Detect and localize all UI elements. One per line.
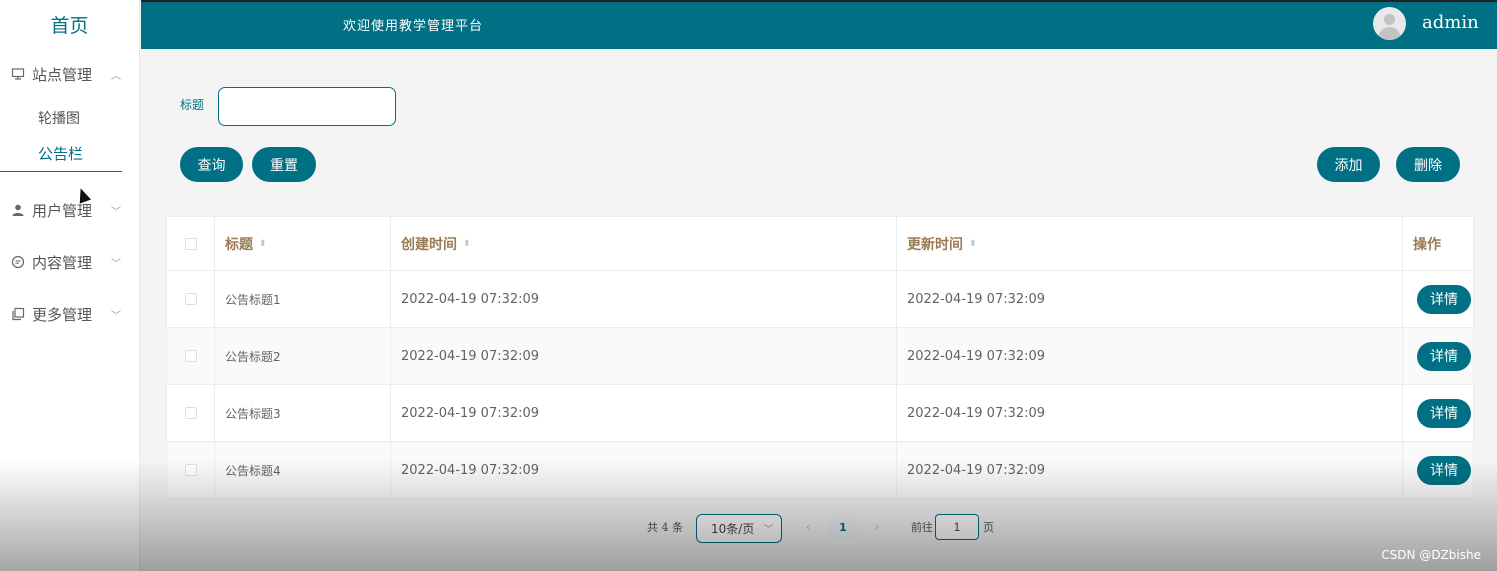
cell-updated: 2022-04-19 07:32:09 bbox=[897, 385, 1403, 441]
reset-button[interactable]: 重置 bbox=[252, 147, 316, 182]
chat-icon bbox=[10, 254, 26, 270]
cell-title: 公告标题2 bbox=[215, 328, 391, 384]
row-checkbox[interactable] bbox=[184, 350, 197, 362]
menu-group-content: 内容管理 ﹀ bbox=[0, 236, 139, 288]
next-page-button[interactable]: › bbox=[866, 514, 888, 540]
chevron-left-icon: ‹ bbox=[805, 520, 811, 534]
search-label: 标题 bbox=[180, 98, 205, 112]
detail-button[interactable]: 详情 bbox=[1417, 398, 1471, 428]
add-button[interactable]: 添加 bbox=[1317, 147, 1380, 182]
top-bar: 欢迎使用教学管理平台 admin bbox=[141, 0, 1497, 49]
cell-created: 2022-04-19 07:32:09 bbox=[391, 328, 897, 384]
chevron-up-icon: ︿ bbox=[111, 70, 121, 82]
table-row: 公告标题2 2022-04-19 07:32:09 2022-04-19 07:… bbox=[167, 328, 1473, 385]
row-checkbox-cell bbox=[167, 271, 215, 327]
cell-actions: 详情 bbox=[1403, 385, 1473, 441]
query-button[interactable]: 查询 bbox=[180, 147, 243, 182]
menu-group-more: 更多管理 ﹀ bbox=[0, 288, 139, 340]
cell-title: 公告标题4 bbox=[215, 442, 391, 498]
watermark: CSDN @DZbishe bbox=[1381, 548, 1481, 562]
row-checkbox[interactable] bbox=[184, 464, 197, 476]
menu-more-management-label: 更多管理 bbox=[32, 305, 93, 324]
detail-button[interactable]: 详情 bbox=[1417, 455, 1471, 485]
user-name[interactable]: admin bbox=[1422, 12, 1479, 33]
row-checkbox[interactable] bbox=[184, 407, 197, 419]
detail-button[interactable]: 详情 bbox=[1417, 284, 1471, 314]
menu-user-management[interactable]: 用户管理 ﹀ bbox=[0, 184, 139, 236]
menu-group-user: 用户管理 ﹀ bbox=[0, 184, 139, 236]
sort-icon[interactable]: ⬍ bbox=[259, 239, 267, 249]
avatar-body-icon bbox=[1378, 27, 1401, 40]
goto-page-input[interactable] bbox=[935, 514, 979, 540]
cell-actions: 详情 bbox=[1403, 442, 1473, 498]
cell-updated: 2022-04-19 07:32:09 bbox=[897, 442, 1403, 498]
sidebar-item-carousel[interactable]: 轮播图 bbox=[0, 100, 139, 136]
sidebar: 首页 站点管理 ︿ 轮播图 公告栏 用户管理 ﹀ 内容管理 ﹀ 更多管理 ﹀ bbox=[0, 0, 140, 571]
cell-updated: 2022-04-19 07:32:09 bbox=[897, 271, 1403, 327]
row-checkbox-cell bbox=[167, 328, 215, 384]
detail-button[interactable]: 详情 bbox=[1417, 341, 1471, 371]
table-row: 公告标题1 2022-04-19 07:32:09 2022-04-19 07:… bbox=[167, 271, 1473, 328]
row-checkbox-cell bbox=[167, 385, 215, 441]
goto-suffix: 页 bbox=[983, 521, 994, 534]
cell-updated: 2022-04-19 07:32:09 bbox=[897, 328, 1403, 384]
menu-site-management[interactable]: 站点管理 ︿ bbox=[0, 48, 139, 100]
chevron-down-icon: ﹀ bbox=[111, 310, 121, 322]
select-all-cell bbox=[167, 217, 215, 270]
page-size-value: 10条/页 bbox=[711, 522, 755, 536]
page-title: 欢迎使用教学管理平台 bbox=[343, 19, 484, 34]
table-header-row: 标题 ⬍ 创建时间 ⬍ 更新时间 ⬍ 操作 bbox=[167, 217, 1473, 271]
page-number-1[interactable]: 1 bbox=[828, 514, 858, 540]
chevron-right-icon: › bbox=[874, 520, 880, 534]
sort-icon[interactable]: ⬍ bbox=[463, 239, 471, 249]
cell-title: 公告标题1 bbox=[215, 271, 391, 327]
goto-label: 前往 bbox=[911, 521, 933, 534]
column-header-actions: 操作 bbox=[1413, 236, 1441, 253]
chevron-down-icon: ﹀ bbox=[763, 525, 773, 535]
column-header-created[interactable]: 创建时间 ⬍ bbox=[391, 217, 897, 270]
table-row: 公告标题4 2022-04-19 07:32:09 2022-04-19 07:… bbox=[167, 442, 1473, 499]
row-checkbox[interactable] bbox=[184, 293, 197, 305]
prev-page-button[interactable]: ‹ bbox=[797, 514, 819, 540]
search-input[interactable] bbox=[218, 87, 396, 126]
select-all-checkbox[interactable] bbox=[184, 237, 197, 250]
cell-actions: 详情 bbox=[1403, 328, 1473, 384]
copy-icon bbox=[10, 306, 26, 322]
avatar-head-icon bbox=[1384, 14, 1395, 25]
chevron-down-icon: ﹀ bbox=[111, 206, 121, 218]
chevron-down-icon: ﹀ bbox=[111, 258, 121, 270]
cell-created: 2022-04-19 07:32:09 bbox=[391, 271, 897, 327]
menu-content-management-label: 内容管理 bbox=[32, 253, 93, 272]
cell-title: 公告标题3 bbox=[215, 385, 391, 441]
sort-icon[interactable]: ⬍ bbox=[969, 239, 977, 249]
notice-table: 标题 ⬍ 创建时间 ⬍ 更新时间 ⬍ 操作 公告标题1 2022-04-19 07:3… bbox=[166, 216, 1474, 500]
avatar[interactable] bbox=[1373, 7, 1406, 40]
page-size-select[interactable]: 10条/页 ﹀ bbox=[696, 514, 782, 543]
menu-content-management[interactable]: 内容管理 ﹀ bbox=[0, 236, 139, 288]
menu-more-management[interactable]: 更多管理 ﹀ bbox=[0, 288, 139, 340]
pagination-total: 共 4 条 bbox=[647, 521, 683, 534]
cell-actions: 详情 bbox=[1403, 271, 1473, 327]
row-checkbox-cell bbox=[167, 442, 215, 498]
cell-created: 2022-04-19 07:32:09 bbox=[391, 385, 897, 441]
cell-created: 2022-04-19 07:32:09 bbox=[391, 442, 897, 498]
menu-group-site: 站点管理 ︿ 轮播图 公告栏 bbox=[0, 48, 139, 172]
delete-button[interactable]: 删除 bbox=[1396, 147, 1460, 182]
sidebar-item-notice[interactable]: 公告栏 bbox=[0, 136, 122, 172]
home-link[interactable]: 首页 bbox=[0, 0, 139, 48]
column-header-title[interactable]: 标题 ⬍ bbox=[215, 217, 391, 270]
column-header-updated[interactable]: 更新时间 ⬍ bbox=[897, 217, 1403, 270]
table-row: 公告标题3 2022-04-19 07:32:09 2022-04-19 07:… bbox=[167, 385, 1473, 442]
menu-user-management-label: 用户管理 bbox=[32, 201, 93, 220]
monitor-icon bbox=[10, 66, 26, 82]
menu-site-management-label: 站点管理 bbox=[32, 65, 93, 84]
user-icon bbox=[10, 202, 26, 218]
